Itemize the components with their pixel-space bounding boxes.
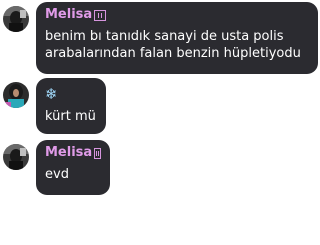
avatar[interactable]: [3, 6, 29, 32]
sender-name-text: Melisa: [45, 7, 93, 22]
sender-name[interactable]: Melisa: [45, 145, 101, 161]
sender-name[interactable]: Melisa: [45, 7, 308, 23]
avatar-photo: [3, 82, 29, 108]
avatar[interactable]: [3, 82, 29, 108]
message-bubble: Melisa evd: [36, 140, 110, 195]
badge-icon: [94, 9, 107, 21]
message-bubble: Melisa benim bı tanıdık sanayi de usta p…: [36, 2, 318, 74]
message-text-line: evd: [45, 167, 69, 182]
message-text-line: arabalarından falan benzin hüpletiyodu: [45, 46, 301, 61]
badge-icon: [94, 147, 101, 159]
sender-name-text: Melisa: [45, 145, 93, 160]
message-text-line: kürt mü: [45, 109, 96, 124]
message-bubble: ❄ kürt mü: [36, 78, 106, 134]
avatar[interactable]: [3, 144, 29, 170]
avatar-photo: [3, 144, 29, 170]
message-text-line: benim bı tanıdık sanayi de usta polis: [45, 29, 284, 44]
snowflake-icon: ❄: [45, 85, 58, 103]
avatar-photo: [3, 6, 29, 32]
